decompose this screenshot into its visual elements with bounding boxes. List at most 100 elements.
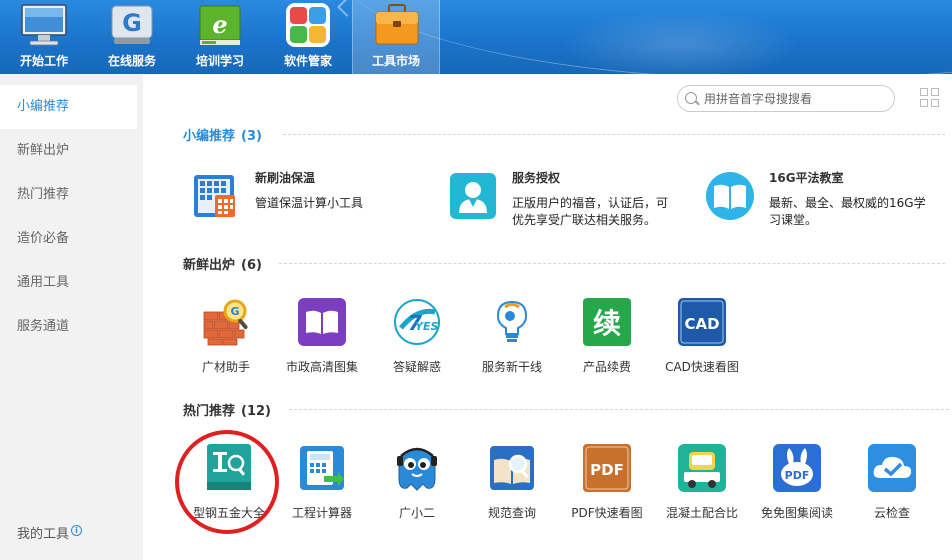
app-label: 工程计算器	[291, 506, 352, 520]
monitor-icon	[21, 4, 67, 46]
calculator-icon	[300, 446, 344, 490]
rabbit-pdf-icon: PDF	[773, 444, 821, 492]
section-title-editor-picks: 小编推荐 (3)	[183, 125, 262, 144]
featured-card-pipe-insulation[interactable]: 新刷油保温 管道保温计算小工具	[183, 166, 423, 236]
cad-glyph: CAD	[684, 315, 719, 333]
app-label: 免免图集阅读	[760, 506, 833, 520]
app-pdf-viewer[interactable]: PDF PDF快速看图	[559, 444, 655, 534]
app-label: CAD快速看图	[665, 360, 739, 374]
brick-magnifier-icon: G	[203, 299, 248, 346]
app-label: 广小二	[398, 506, 435, 520]
sidebar-item-cost-essentials[interactable]: 造价必备	[0, 217, 137, 261]
featured-card-16g-classroom[interactable]: 16G平法教室 最新、最全、最权威的16G学习课堂。	[697, 166, 937, 236]
nav-label: 工具市场	[371, 54, 420, 68]
toolbox-icon	[375, 4, 419, 45]
section-divider	[279, 263, 945, 264]
sidebar-item-fresh[interactable]: 新鲜出炉	[0, 129, 137, 173]
app-guang-xiao-er[interactable]: 广小二	[369, 444, 465, 534]
rabbit-pdf-glyph: PDF	[785, 469, 810, 482]
spec-search-icon	[490, 446, 534, 490]
featured-desc: 最新、最全、最权威的16G学习课堂。	[769, 196, 926, 227]
section-divider	[283, 134, 945, 135]
software-manager-icon	[286, 3, 330, 47]
cad-viewer-icon: CAD	[678, 298, 726, 346]
user-auth-icon	[450, 173, 496, 219]
app-label: 云检查	[873, 506, 910, 520]
sidebar-item-hot[interactable]: 热门推荐	[0, 173, 137, 217]
section-title-text: 小编推荐	[183, 129, 236, 144]
sidebar: 小编推荐 新鲜出炉 热门推荐 造价必备 通用工具 服务通道 我的工具 i	[0, 74, 143, 560]
lightbulb-head-icon	[496, 300, 528, 342]
app-cloud-check[interactable]: 云检查	[844, 444, 940, 534]
featured-title: 16G平法教室	[769, 171, 844, 185]
app-atlas-reader[interactable]: PDF 免免图集阅读	[749, 444, 845, 534]
app-label: 产品续费	[582, 360, 631, 374]
app-qa[interactable]: 7 YES 答疑解惑	[369, 298, 465, 388]
search-icon	[685, 92, 697, 104]
nav-tool-market[interactable]: 工具市场	[352, 0, 440, 74]
featured-card-service-auth[interactable]: 服务授权 正版用户的福音，认证后，可优先享受广联达相关服务。	[440, 166, 680, 236]
app-label: 广材助手	[201, 360, 250, 374]
svg-text:e: e	[212, 10, 227, 39]
app-material-assistant[interactable]: G 广材助手	[178, 298, 274, 388]
app-cad-viewer[interactable]: CAD CAD快速看图	[654, 298, 750, 388]
decorative-glow	[560, 10, 800, 74]
app-label: 答疑解惑	[392, 360, 441, 374]
sidebar-item-editor-picks[interactable]: 小编推荐	[0, 85, 137, 129]
renew-icon: 续	[583, 298, 631, 346]
online-service-icon: G	[111, 5, 153, 44]
featured-title: 新刷油保温	[255, 171, 316, 185]
sidebar-item-service-channel[interactable]: 服务通道	[0, 305, 137, 349]
top-navigation-bar: 开始工作 G 在线服务 e 培训学习 软件管家 工具市场	[0, 0, 952, 74]
featured-title: 服务授权	[512, 171, 561, 185]
app-engineering-calculator[interactable]: 工程计算器	[274, 444, 370, 534]
my-tools-link[interactable]: 我的工具 i	[17, 523, 83, 542]
info-icon[interactable]: i	[71, 525, 83, 536]
app-service-express[interactable]: 服务新干线	[464, 298, 560, 388]
purple-book-icon	[298, 298, 346, 346]
app-label: 服务新干线	[481, 360, 542, 374]
svg-text:G: G	[122, 9, 142, 37]
calculator-grid-icon	[194, 175, 235, 217]
highlight-circle-annotation	[175, 430, 279, 534]
section-count: (6)	[241, 258, 262, 273]
app-spec-query[interactable]: 规范查询	[464, 444, 560, 534]
sidebar-item-general-tools[interactable]: 通用工具	[0, 261, 137, 305]
section-title-text: 热门推荐	[183, 404, 236, 419]
nav-online-service[interactable]: G 在线服务	[88, 0, 176, 74]
grid-view-icon[interactable]	[920, 88, 940, 108]
nav-label: 培训学习	[195, 54, 244, 68]
nav-training[interactable]: e 培训学习	[176, 0, 264, 74]
featured-desc: 正版用户的福音，认证后，可优先享受广联达相关服务。	[512, 196, 669, 227]
nav-software-manager[interactable]: 软件管家	[264, 0, 352, 74]
app-concrete-mix[interactable]: 混凝土配合比	[654, 444, 750, 534]
open-book-icon	[706, 172, 754, 220]
section-divider	[289, 409, 949, 410]
concrete-mixer-icon	[678, 444, 726, 492]
training-icon: e	[199, 5, 241, 45]
search-box[interactable]	[677, 85, 895, 112]
pdf-glyph: PDF	[590, 461, 624, 479]
renew-glyph: 续	[593, 307, 621, 340]
section-title-text: 新鲜出炉	[183, 258, 236, 273]
app-label: 混凝土配合比	[665, 506, 738, 520]
nav-label: 软件管家	[283, 54, 332, 68]
nav-label: 开始工作	[19, 54, 68, 68]
app-label: 市政高清图集	[285, 360, 358, 374]
section-title-fresh: 新鲜出炉 (6)	[183, 254, 262, 273]
app-label: 规范查询	[487, 506, 536, 520]
cloud-check-icon	[868, 444, 916, 492]
app-product-renewal[interactable]: 续 产品续费	[559, 298, 655, 388]
search-input[interactable]	[704, 89, 889, 108]
section-title-hot: 热门推荐 (12)	[183, 400, 271, 419]
section-count: (12)	[241, 404, 271, 419]
main-content: 小编推荐(3) 新刷油保温 管道保温计算小工具 服务授权 正版用户的福音	[143, 74, 952, 560]
app-label: PDF快速看图	[571, 506, 643, 520]
app-municipal-atlas[interactable]: 市政高清图集	[274, 298, 370, 388]
featured-desc: 管道保温计算小工具	[255, 196, 364, 210]
nav-label: 在线服务	[107, 54, 156, 68]
pdf-viewer-icon: PDF	[583, 444, 631, 492]
svg-text:G: G	[230, 305, 239, 318]
nav-start-work[interactable]: 开始工作	[0, 0, 88, 74]
svg-text:YES: YES	[415, 320, 438, 333]
